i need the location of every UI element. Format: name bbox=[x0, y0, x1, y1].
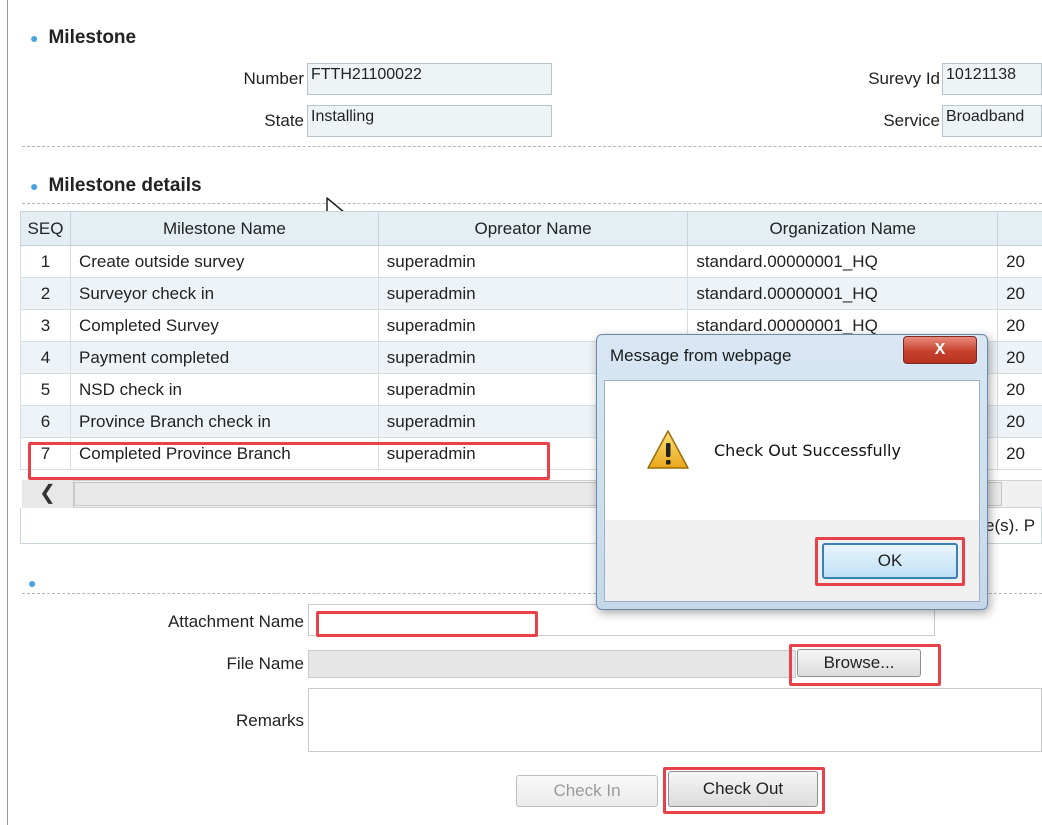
cell-organization: standard.00000001_HQ bbox=[687, 245, 999, 278]
section-bullet: ● bbox=[30, 178, 39, 194]
details-section-title: ● Milestone details bbox=[30, 175, 202, 196]
cell-seq: 5 bbox=[20, 373, 71, 406]
survey-id-field[interactable]: 10121138 bbox=[942, 63, 1042, 95]
chevron-left-icon[interactable]: ❮ bbox=[22, 480, 74, 508]
cell-milestone-name: Province Branch check in bbox=[69, 405, 379, 438]
file-name-label: File Name bbox=[226, 654, 304, 673]
cell-time: 20 bbox=[997, 405, 1042, 438]
row-highlight bbox=[28, 442, 550, 480]
warning-icon bbox=[647, 430, 689, 469]
cell-organization: standard.00000001_HQ bbox=[687, 277, 999, 310]
cell-seq: 2 bbox=[20, 277, 71, 310]
table-row[interactable]: 1 Create outside survey superadmin stand… bbox=[20, 245, 1042, 278]
cell-milestone-name: Surveyor check in bbox=[69, 277, 379, 310]
state-label: State bbox=[264, 111, 304, 130]
service-field[interactable]: Broadband bbox=[942, 105, 1042, 137]
column-header-milestone-name[interactable]: Milestone Name bbox=[69, 211, 379, 246]
section-divider bbox=[22, 146, 1042, 147]
cell-time: 20 bbox=[997, 373, 1042, 406]
number-label: Number bbox=[243, 69, 304, 88]
cell-time: 20 bbox=[997, 309, 1042, 342]
attachment-name-label: Attachment Name bbox=[167, 612, 304, 631]
section-bullet: ● bbox=[28, 575, 37, 591]
cell-milestone-name: Completed Survey bbox=[69, 309, 379, 342]
file-name-input[interactable] bbox=[308, 650, 796, 678]
survey-id-label: Surevy Id bbox=[868, 69, 940, 88]
dialog-title: Message from webpage bbox=[610, 346, 792, 365]
remarks-textarea[interactable] bbox=[308, 688, 1042, 752]
milestone-section-title: ● Milestone bbox=[30, 27, 137, 48]
left-border bbox=[7, 0, 8, 825]
cell-time: 20 bbox=[997, 437, 1042, 470]
dialog-message: Check Out Successfully bbox=[714, 441, 901, 460]
ok-highlight bbox=[815, 537, 965, 586]
cell-time: 20 bbox=[997, 341, 1042, 374]
state-field[interactable]: Installing bbox=[307, 105, 552, 137]
cell-milestone-name: Create outside survey bbox=[69, 245, 379, 278]
column-header-organization-name[interactable]: Organization Name bbox=[687, 211, 999, 246]
grid-header-row: SEQ Milestone Name Opreator Name Organiz… bbox=[20, 211, 1042, 246]
close-icon[interactable]: X bbox=[903, 336, 977, 364]
cell-milestone-name: Payment completed bbox=[69, 341, 379, 374]
paging-info: e(s). P bbox=[985, 516, 1036, 535]
section-divider bbox=[22, 203, 1042, 204]
cell-seq: 3 bbox=[20, 309, 71, 342]
remarks-label: Remarks bbox=[235, 711, 304, 730]
cell-seq: 1 bbox=[20, 245, 71, 278]
cell-seq: 6 bbox=[20, 405, 71, 438]
column-header-seq[interactable]: SEQ bbox=[20, 211, 71, 246]
column-header-operator-name[interactable]: Opreator Name bbox=[377, 211, 689, 246]
cell-seq: 4 bbox=[20, 341, 71, 374]
cell-operator: superadmin bbox=[377, 245, 689, 278]
cell-time: 20 bbox=[997, 277, 1042, 310]
cell-time: 20 bbox=[997, 245, 1042, 278]
cell-milestone-name: NSD check in bbox=[69, 373, 379, 406]
table-row[interactable]: 2 Surveyor check in superadmin standard.… bbox=[20, 277, 1042, 310]
number-field[interactable]: FTTH21100022 bbox=[307, 63, 552, 95]
column-header-time[interactable] bbox=[997, 211, 1042, 246]
check-in-button[interactable]: Check In bbox=[516, 775, 658, 807]
section-bullet: ● bbox=[30, 30, 39, 46]
service-label: Service bbox=[883, 111, 940, 130]
browse-highlight bbox=[789, 644, 941, 686]
check-out-highlight bbox=[663, 767, 825, 814]
cell-operator: superadmin bbox=[377, 277, 689, 310]
attachment-name-highlight bbox=[316, 611, 538, 637]
